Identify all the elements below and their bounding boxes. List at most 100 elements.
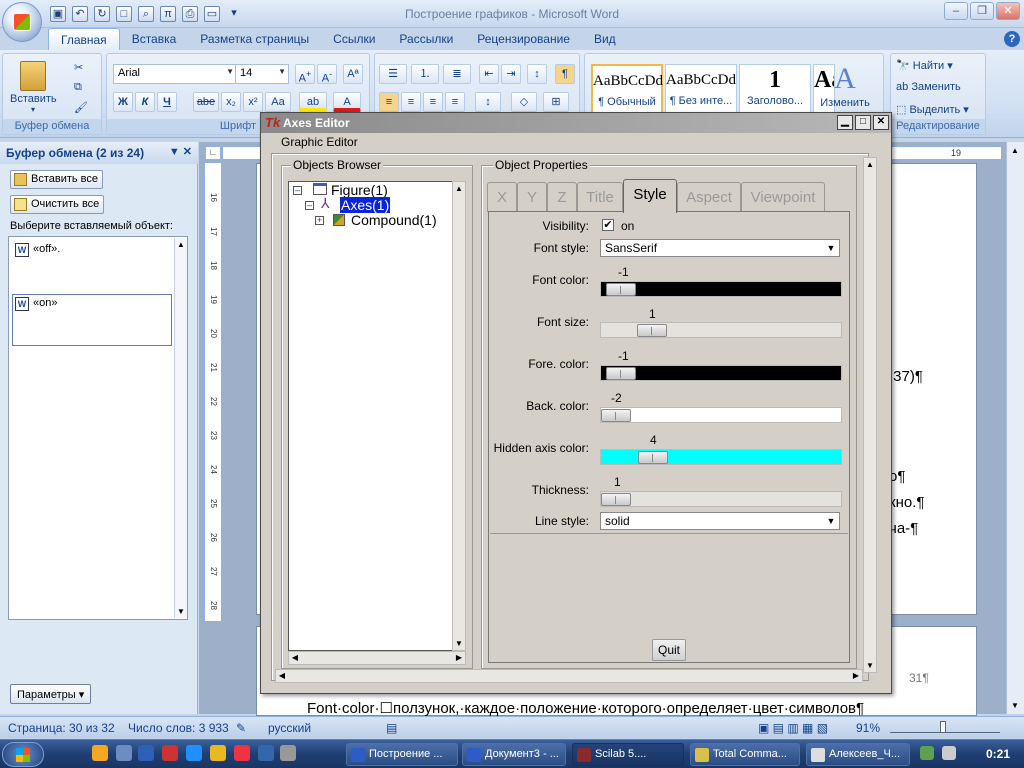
taskbar-item[interactable]: Total Comma...	[690, 743, 800, 766]
scroll-up-icon[interactable]: ▲	[453, 184, 465, 193]
options-button[interactable]: Параметры ▾	[10, 684, 92, 704]
tab-x[interactable]: X	[487, 182, 517, 212]
font-name-combo[interactable]: Arial ▼	[113, 64, 237, 84]
scroll-up-icon[interactable]: ▲	[864, 160, 876, 169]
minimize-button[interactable]: –	[944, 2, 968, 20]
grow-font-icon[interactable]: A+	[295, 64, 315, 85]
pane-close-icon[interactable]: ▼ ✕	[169, 145, 192, 158]
tree-node-compound[interactable]: Compound(1)	[351, 212, 437, 228]
tab-y[interactable]: Y	[517, 182, 547, 212]
dialog-title-bar[interactable]: Tk Axes Editor ▁ □ ✕	[261, 113, 891, 133]
document-scrollbar[interactable]: ▲ ▼	[1006, 142, 1024, 714]
font-style-select[interactable]: SansSerif ▼	[600, 239, 840, 257]
bold-button[interactable]: Ж	[113, 92, 133, 112]
zoom-level[interactable]: 91%	[856, 721, 880, 735]
font-size-slider[interactable]	[600, 322, 842, 338]
paste-all-button[interactable]: Вставить все	[10, 170, 104, 189]
scroll-up-icon[interactable]: ▲	[175, 240, 187, 249]
word-count[interactable]: Число слов: 3 933	[128, 721, 229, 735]
clipboard-scrollbar[interactable]: ▲ ▼	[174, 238, 187, 618]
tab-review[interactable]: Рецензирование	[465, 28, 582, 50]
back-color-slider[interactable]	[600, 407, 842, 423]
dialog-close-button[interactable]: ✕	[873, 115, 889, 130]
align-left-icon[interactable]: ≡	[379, 92, 399, 112]
view-buttons[interactable]: ▣ ▤ ▥ ▦ ▧	[758, 721, 828, 735]
tab-style[interactable]: Style	[623, 179, 677, 213]
back-color-thumb[interactable]	[601, 409, 631, 422]
clipboard-item[interactable]: W «off».	[13, 243, 173, 257]
dialog-minimize-button[interactable]: ▁	[837, 115, 853, 130]
restore-button[interactable]: ❐	[970, 2, 994, 20]
show-marks-icon[interactable]: ¶	[555, 64, 575, 84]
tab-page-layout[interactable]: Разметка страницы	[188, 28, 321, 50]
expand-icon[interactable]: +	[315, 216, 324, 225]
ie-icon[interactable]	[186, 745, 202, 761]
taskbar-item[interactable]: Построение ...	[346, 743, 458, 766]
scroll-right-icon[interactable]: ▶	[850, 671, 862, 680]
tab-references[interactable]: Ссылки	[321, 28, 387, 50]
vertical-ruler[interactable]: 16 17 18 19 20 21 22 23 24 25 26 27 28	[204, 162, 222, 622]
tree-hscrollbar[interactable]: ◀ ▶	[288, 651, 466, 665]
copy-icon[interactable]: ⧉	[73, 80, 83, 95]
save-icon[interactable]	[138, 745, 154, 761]
tab-selector[interactable]: ∟	[205, 146, 221, 160]
select-button[interactable]: ⬚ Выделить ▾	[895, 102, 970, 117]
taskbar-item[interactable]: Документ3 - ...	[462, 743, 566, 766]
multilevel-list-icon[interactable]: ≣	[443, 64, 471, 84]
tab-aspect[interactable]: Aspect	[677, 182, 741, 212]
clear-all-button[interactable]: Очистить все	[10, 195, 105, 214]
fore-color-thumb[interactable]	[606, 367, 636, 380]
macro-icon[interactable]: ▤	[386, 721, 397, 735]
bullets-icon[interactable]: ☰	[379, 64, 407, 84]
scroll-up-icon[interactable]: ▲	[1009, 146, 1021, 155]
tree-vscrollbar[interactable]: ▲ ▼	[452, 181, 466, 651]
font-size-combo[interactable]: 14 ▼	[235, 64, 289, 84]
dialog-vscrollbar[interactable]: ▲ ▼	[863, 157, 877, 673]
language[interactable]: русский	[268, 721, 311, 735]
borders-icon[interactable]: ⊞	[543, 92, 569, 112]
tab-z[interactable]: Z	[547, 182, 577, 212]
help-icon[interactable]: ?	[1004, 31, 1020, 47]
shrink-font-icon[interactable]: A-	[317, 64, 337, 85]
replace-button[interactable]: ab Заменить	[895, 80, 962, 94]
dialog-hscrollbar[interactable]: ◀ ▶	[275, 669, 863, 683]
italic-button[interactable]: К	[135, 92, 155, 112]
paste-button[interactable]: Вставить ▾	[9, 58, 57, 116]
tab-title[interactable]: Title	[577, 182, 623, 212]
tray-icon[interactable]	[942, 746, 956, 760]
tab-insert[interactable]: Вставка	[120, 28, 189, 50]
scroll-left-icon[interactable]: ◀	[289, 653, 301, 662]
scroll-down-icon[interactable]: ▼	[864, 661, 876, 670]
increase-indent-icon[interactable]: ⇥	[501, 64, 521, 84]
tab-viewpoint[interactable]: Viewpoint	[741, 182, 825, 212]
justify-icon[interactable]: ≡	[445, 92, 465, 112]
line-style-select[interactable]: solid ▼	[600, 512, 840, 530]
quit-button[interactable]: Quit	[652, 639, 686, 661]
taskbar-item[interactable]: Алексеев_Ч...	[806, 743, 910, 766]
close-button[interactable]: ✕	[996, 2, 1020, 20]
collapse-icon[interactable]: –	[293, 186, 302, 195]
subscript-icon[interactable]: x₂	[221, 92, 241, 112]
align-center-icon[interactable]: ≡	[401, 92, 421, 112]
tab-view[interactable]: Вид	[582, 28, 628, 50]
chrome-icon[interactable]	[234, 745, 250, 761]
zoom-thumb[interactable]	[940, 721, 946, 733]
scroll-down-icon[interactable]: ▼	[1009, 701, 1021, 710]
app-icon[interactable]	[162, 745, 178, 761]
thickness-slider[interactable]	[600, 491, 842, 507]
zoom-slider[interactable]	[890, 721, 1000, 733]
strikethrough-button[interactable]: abe	[193, 92, 219, 112]
graphic-editor-menu[interactable]: Graphic Editor	[281, 135, 358, 149]
change-styles-button[interactable]: A Изменить	[815, 60, 875, 110]
format-painter-icon[interactable]: 🖌	[73, 100, 89, 115]
tree-node-figure[interactable]: Figure(1)	[331, 182, 388, 198]
firefox-icon[interactable]	[92, 745, 108, 761]
font-color-icon[interactable]: A	[333, 92, 361, 112]
dialog-maximize-button[interactable]: □	[855, 115, 871, 130]
highlight-icon[interactable]: ab	[299, 92, 327, 112]
superscript-icon[interactable]: x²	[243, 92, 263, 112]
change-case-icon[interactable]: Aa	[265, 92, 291, 112]
tray-icon[interactable]	[920, 746, 934, 760]
hidden-axis-color-thumb[interactable]	[638, 451, 668, 464]
hidden-axis-color-slider[interactable]	[600, 449, 842, 465]
